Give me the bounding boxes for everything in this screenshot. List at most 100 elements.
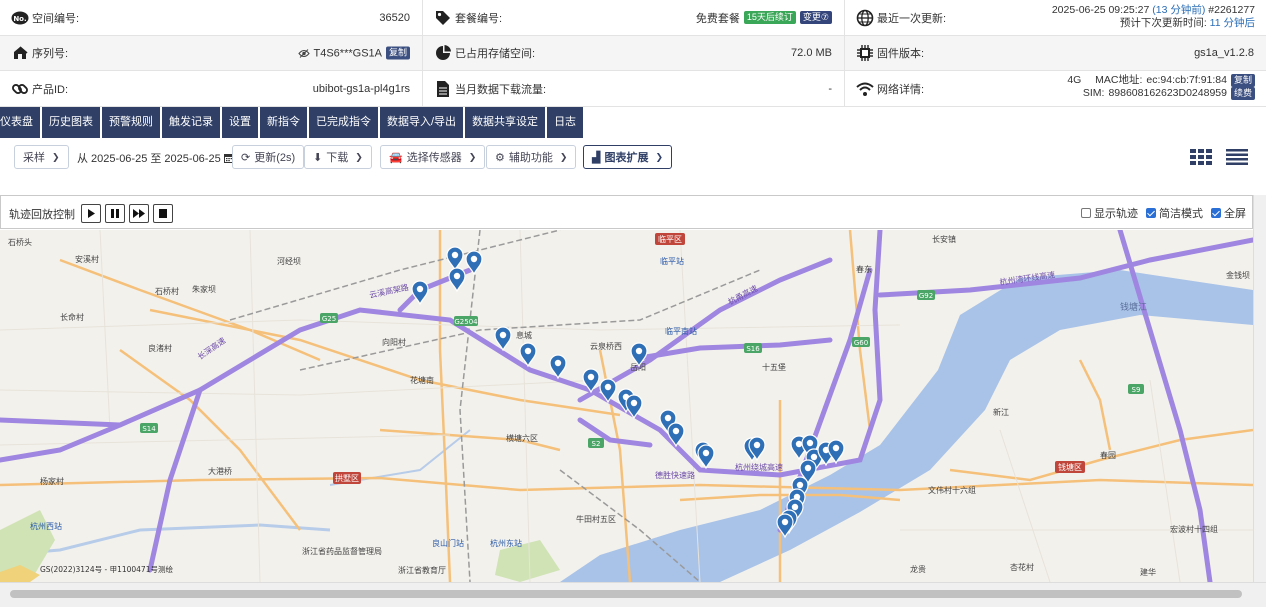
simple-mode-checkbox[interactable] [1146, 208, 1156, 218]
shield-label: G60 [854, 339, 868, 347]
tab-completed-commands[interactable]: 已完成指令 [309, 107, 378, 138]
device-info-grid: No. 空间编号: 36520 套餐编号: 免费套餐 15天后续订 变更⑦ 最近… [0, 0, 1266, 107]
shield-label: S14 [142, 425, 156, 433]
tab-dashboard[interactable]: 仪表盘 [0, 107, 40, 138]
map-pin-marker[interactable] [549, 354, 567, 380]
sample-dropdown[interactable]: 采样 ❯ [14, 145, 69, 169]
simple-mode-option[interactable]: 简洁模式 [1146, 205, 1203, 221]
svg-text:No.: No. [13, 15, 26, 23]
chevron-down-icon: ❯ [559, 151, 568, 162]
show-track-label: 显示轨迹 [1094, 208, 1138, 220]
place-label: 宏波村十四组 [1170, 524, 1218, 534]
toolbar: 采样 ❯ 从 2025-06-25 至 2025-06-25 ⟳ 更新(2s) … [0, 138, 1266, 194]
plan-label: 套餐编号: [455, 12, 503, 25]
tab-data-sharing[interactable]: 数据共享设定 [465, 107, 546, 138]
district-label: 拱墅区 [335, 473, 359, 483]
place-label: 杏花村 [1010, 562, 1034, 572]
network-cell: 网络详情: 4G MAC地址: ec:94:cb:7f:91:84 复制 SIM… [845, 71, 1266, 106]
fullscreen-checkbox[interactable] [1211, 208, 1221, 218]
place-label: 杨家村 [40, 476, 64, 486]
place-label: 安溪村 [75, 254, 99, 264]
place-label: 牛田村五区 [576, 514, 616, 524]
shield-label: S2 [592, 440, 601, 448]
show-track-checkbox[interactable] [1081, 208, 1091, 218]
info-row: 序列号: T4S6***GS1A 复制 已占用存储空间: 72.0 MB 固件版… [0, 36, 1266, 71]
scrollbar-thumb[interactable] [10, 590, 1242, 598]
product-cell: 产品ID: ubibot-gs1a-pl4g1rs [0, 71, 423, 106]
grid-view-icon[interactable] [1190, 149, 1212, 165]
track-playback-bar: 轨迹回放控制 显示轨迹 简洁模式 全屏 [0, 195, 1253, 229]
change-plan-button[interactable]: 变更⑦ [799, 11, 832, 24]
horizontal-scrollbar[interactable] [0, 582, 1266, 607]
fullscreen-option[interactable]: 全屏 [1211, 205, 1246, 221]
tab-data-import-export[interactable]: 数据导入/导出 [380, 107, 464, 138]
globe-icon [856, 9, 874, 26]
station-label: 临平南站 [665, 326, 697, 336]
fingerprint-icon [14, 46, 28, 59]
place-label: 朱家坝 [192, 284, 216, 294]
serial-number: T4S6***GS1A [313, 47, 382, 59]
shield-label: S9 [1132, 386, 1141, 394]
tab-logs[interactable]: 日志 [547, 107, 584, 138]
assist-dropdown[interactable]: ⚙ 辅助功能 ❯ [486, 145, 577, 169]
play-button[interactable] [81, 204, 101, 223]
map-canvas[interactable]: G25 G2504 S14 S16 S2 G60 G92 S9 临平区 拱墅区 … [0, 230, 1253, 582]
place-label: 建华 [1140, 567, 1156, 577]
sim-renew-button[interactable]: 续费 [1230, 87, 1255, 100]
place-label: 新江 [993, 407, 1009, 417]
station-label: 良山门站 [432, 538, 464, 548]
tab-settings[interactable]: 设置 [222, 107, 258, 138]
chevron-down-icon: ❯ [468, 151, 477, 162]
date-range[interactable]: 从 2025-06-25 至 2025-06-25 [77, 150, 234, 166]
tab-trigger-log[interactable]: 触发记录 [162, 107, 220, 138]
space-no-cell: No. 空间编号: 36520 [0, 0, 423, 35]
fast-forward-button[interactable] [129, 204, 149, 223]
area-chart-icon: ▟ [592, 151, 601, 164]
place-label: 龙贵 [910, 564, 926, 574]
gear-icon: ⚙ [495, 151, 505, 164]
tab-new-command[interactable]: 新指令 [260, 107, 307, 138]
chevron-down-icon: ❯ [655, 151, 664, 162]
stop-button[interactable] [153, 204, 173, 223]
download-dropdown[interactable]: ⬇ 下载 ❯ [304, 145, 372, 169]
place-label: 息城 [516, 330, 532, 340]
list-view-icon[interactable] [1226, 149, 1248, 165]
firmware-value: gs1a_v1.2.8 [1194, 47, 1254, 59]
place-label: 十五堡 [762, 362, 786, 372]
refresh-button[interactable]: ⟳ 更新(2s) [232, 145, 305, 169]
copy-mac-button[interactable]: 复制 [1230, 74, 1255, 87]
map-pin-marker[interactable] [494, 326, 512, 352]
fullscreen-label: 全屏 [1224, 208, 1246, 220]
map-pin-marker[interactable] [697, 444, 715, 470]
road-label: 钱塘江 [1120, 301, 1147, 313]
select-sensor-dropdown[interactable]: 🚘 选择传感器 ❯ [380, 145, 486, 169]
last-update-value: 2025-06-25 09:25:27 (13 分钟前) #2261277 预计… [1052, 4, 1255, 30]
map-pin-marker[interactable] [446, 246, 464, 272]
district-label: 钱塘区 [1058, 462, 1082, 472]
map-pin-marker[interactable] [448, 267, 466, 293]
tab-history-charts[interactable]: 历史图表 [42, 107, 100, 138]
map-pin-marker[interactable] [411, 280, 429, 306]
simple-mode-label: 简洁模式 [1159, 208, 1203, 220]
show-track-option[interactable]: 显示轨迹 [1081, 205, 1138, 221]
vertical-scrollbar[interactable] [1253, 195, 1266, 582]
place-label: 春东 [856, 264, 872, 274]
eye-slash-icon[interactable] [297, 48, 310, 58]
next-update-value: 11 分钟后 [1209, 17, 1255, 29]
select-sensor-label: 选择传感器 [406, 152, 462, 164]
download-icon: ⬇ [313, 151, 323, 164]
storage-label: 已占用存储空间: [455, 48, 536, 60]
map-svg[interactable]: G25 G2504 S14 S16 S2 G60 G92 S9 临平区 拱墅区 … [0, 230, 1253, 582]
product-value: ubibot-gs1a-pl4g1rs [312, 82, 410, 95]
copy-serial-button[interactable]: 复制 [385, 46, 410, 60]
space-no-label: 空间编号: [32, 12, 80, 25]
tab-alert-rules[interactable]: 预警规则 [102, 107, 160, 138]
road-label: 长深高速 [195, 335, 227, 362]
map-pin-marker[interactable] [827, 439, 845, 465]
no-badge-icon: No. [11, 11, 29, 24]
pause-button[interactable] [105, 204, 125, 223]
last-update-time: 2025-06-25 09:25:27 [1051, 4, 1150, 16]
chart-extension-dropdown[interactable]: ▟ 图表扩展 ❯ [583, 145, 673, 169]
place-label: 河经坝 [277, 256, 301, 266]
product-label: 产品ID: [32, 83, 69, 96]
